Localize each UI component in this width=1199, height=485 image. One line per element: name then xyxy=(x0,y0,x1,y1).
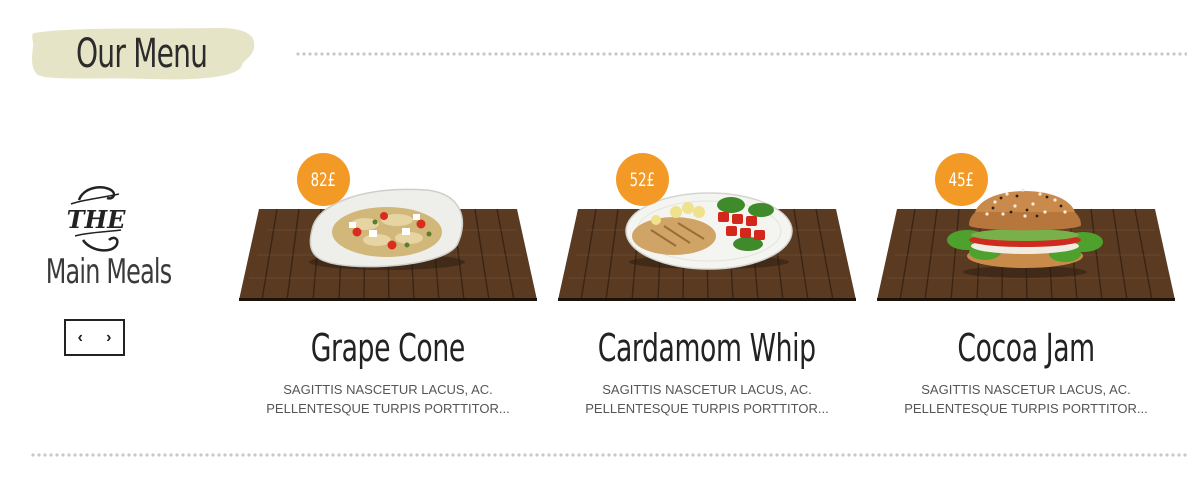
item-name[interactable]: Cardamom Whip xyxy=(556,326,858,370)
page-title: Our Menu xyxy=(76,31,208,77)
section-title-badge: Our Menu xyxy=(30,25,256,83)
price-badge: 82£ xyxy=(297,153,350,206)
item-description: Sagittis nascetur lacus, ac. pellentesqu… xyxy=(875,380,1177,418)
category-title: Main Meals xyxy=(45,252,172,292)
item-description: Sagittis nascetur lacus, ac. pellentesqu… xyxy=(556,380,858,418)
menu-card[interactable]: 82£ Grape Cone Sagittis nascetur lacus, … xyxy=(237,150,539,430)
item-desc-line: pellentesque turpis porttitor... xyxy=(266,401,510,416)
divider-bottom xyxy=(30,452,1187,458)
carousel-nav: ‹ › xyxy=(64,319,125,356)
category-block: THE Main Meals xyxy=(28,180,172,292)
menu-card[interactable]: 52£ Cardamom Whip Sagittis nascetur lacu xyxy=(556,150,858,430)
price-badge: 45£ xyxy=(935,153,988,206)
item-desc-line: Sagittis nascetur lacus, ac. xyxy=(921,382,1131,397)
item-name[interactable]: Cocoa Jam xyxy=(875,326,1177,370)
menu-card[interactable]: 45£ Cocoa Jam SAGITTIS NASCETUR LACUS, A… xyxy=(875,150,1177,430)
prev-arrow-icon[interactable]: ‹ xyxy=(78,329,83,346)
dish-image-chicken-salad xyxy=(558,192,856,301)
item-desc-line: Sagittis nascetur lacus, ac. xyxy=(283,382,493,397)
item-name[interactable]: Grape Cone xyxy=(237,326,539,370)
next-arrow-icon[interactable]: › xyxy=(106,329,111,346)
dish-image-pasta xyxy=(239,188,537,301)
dish-image-bagel xyxy=(877,188,1175,301)
item-desc-line: pellentesque turpis porttitor... xyxy=(585,401,829,416)
divider-top xyxy=(295,51,1187,57)
the-ornament-icon: THE xyxy=(67,186,127,252)
item-desc-line: pellentesque turpis porttitor... xyxy=(904,401,1148,416)
item-desc-line: Sagittis nascetur lacus, ac. xyxy=(602,382,812,397)
item-description: Sagittis nascetur lacus, ac. pellentesqu… xyxy=(237,380,539,418)
the-ornament-text: THE xyxy=(67,205,127,234)
price-badge: 52£ xyxy=(616,153,669,206)
